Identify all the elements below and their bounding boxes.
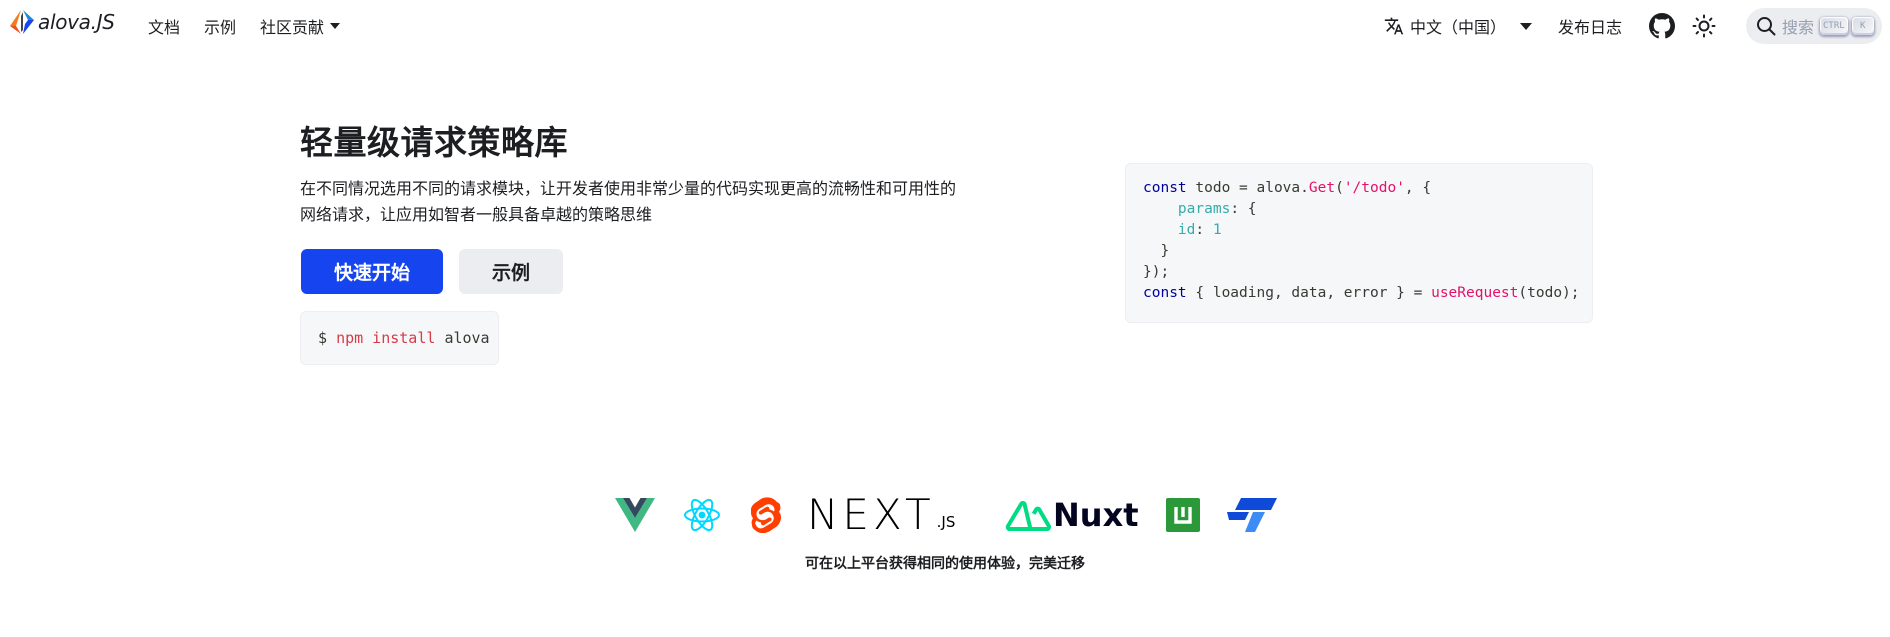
code-keyword: const — [1143, 285, 1187, 301]
code-string: '/todo' — [1343, 180, 1405, 196]
react-icon — [683, 490, 721, 540]
code-property: id — [1177, 222, 1196, 238]
github-icon — [1649, 13, 1675, 39]
code-line: const { loading, data, error } = useRequ… — [1143, 283, 1580, 304]
code-line: } — [1143, 243, 1170, 259]
code-line: }); — [1143, 264, 1170, 280]
code-line: id: 1 — [1143, 220, 1575, 241]
search-icon — [1757, 17, 1776, 36]
sun-icon — [1692, 14, 1716, 38]
chevron-down-icon — [330, 23, 341, 29]
github-link[interactable] — [1648, 12, 1676, 40]
nav-right: 中文（中国） 发布日志 搜索 CTRL K — [1384, 6, 1890, 46]
platforms-caption: 可在以上平台获得相同的使用体验，完美迁移 — [805, 556, 1085, 572]
code-text: ( — [1335, 180, 1344, 196]
code-text: , { — [1404, 180, 1432, 196]
nav-community-label: 社区贡献 — [260, 18, 325, 37]
hero-description: 在不同情况选用不同的请求模块，让开发者使用非常少量的代码实现更高的流畅性和可用性… — [300, 179, 957, 224]
code-function: Get — [1308, 180, 1336, 196]
brand-name: alova.JS — [38, 10, 115, 34]
nextjs-wordmark: NEXT — [807, 490, 935, 539]
nuxt-logo: Nuxt — [1005, 490, 1139, 540]
nuxt-icon — [1005, 501, 1051, 531]
framework-logos: NEXT .JS Nuxt — [615, 490, 1277, 540]
install-cmd: npm install — [336, 329, 436, 347]
nextjs-suffix: .JS — [936, 513, 956, 531]
alova-logo-icon — [10, 10, 34, 34]
nav-community-dropdown[interactable]: 社区贡献 — [260, 14, 341, 38]
search-placeholder: 搜索 — [1782, 18, 1815, 37]
nuxt-wordmark: Nuxt — [1053, 496, 1139, 534]
shell-prompt: $ — [318, 329, 328, 347]
brand-link[interactable]: alova.JS — [8, 8, 115, 36]
examples-button[interactable]: 示例 — [459, 249, 563, 294]
chevron-down-icon — [1519, 22, 1532, 30]
kbd-k: K — [1851, 17, 1874, 35]
uniapp-icon — [1166, 490, 1200, 540]
code-line: params: { — [1143, 199, 1575, 220]
language-label: 中文（中国） — [1409, 18, 1506, 37]
code-number: 1 — [1212, 222, 1222, 238]
translate-icon — [1384, 17, 1404, 35]
code-text: : — [1195, 222, 1213, 238]
nav-examples-link[interactable]: 示例 — [204, 14, 236, 38]
code-text: { loading, data, error } = — [1186, 285, 1432, 301]
code-function: useRequest — [1431, 285, 1519, 301]
primary-nav: 文档 示例 社区贡献 — [148, 14, 341, 38]
get-started-button[interactable]: 快速开始 — [301, 249, 443, 294]
search-button[interactable]: 搜索 CTRL K — [1746, 8, 1882, 44]
kbd-ctrl: CTRL — [1820, 17, 1848, 35]
code-text: (todo); — [1518, 285, 1580, 301]
nav-releases-link[interactable]: 发布日志 — [1558, 14, 1622, 38]
code-property: params — [1177, 201, 1231, 217]
install-pkg: alova — [444, 329, 490, 347]
nextjs-logo: NEXT .JS — [807, 490, 955, 540]
language-dropdown[interactable]: 中文（中国） — [1384, 14, 1532, 38]
hero-title: 轻量级请求策略库 — [300, 123, 568, 162]
code-text: : { — [1230, 201, 1257, 217]
svelte-icon — [751, 490, 781, 540]
code-keyword: const — [1143, 180, 1187, 196]
code-line: const todo = alova.Get('/todo', { — [1143, 178, 1575, 199]
code-sample: const todo = alova.Get('/todo', { params… — [1125, 163, 1593, 323]
install-command[interactable]: $ npm install alova — [300, 311, 499, 365]
navbar: alova.JS 文档 示例 社区贡献 中文（中国） 发布日志 搜索 CTRL … — [0, 0, 1890, 52]
taro-icon — [1227, 490, 1277, 540]
theme-toggle[interactable] — [1690, 12, 1718, 40]
vue-icon — [615, 490, 655, 540]
code-text: todo = alova. — [1186, 180, 1309, 196]
nav-docs-link[interactable]: 文档 — [148, 14, 180, 38]
